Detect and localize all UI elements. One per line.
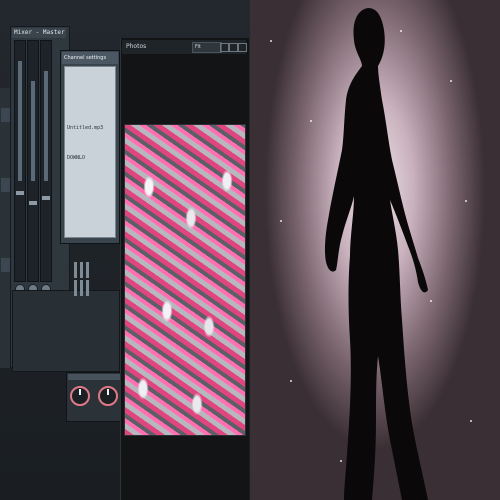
minimize-icon[interactable] [220, 43, 229, 52]
mixer-channel[interactable] [14, 40, 26, 282]
woman-silhouette-image [324, 8, 428, 500]
dial-pointer [107, 389, 109, 395]
level-meter [31, 81, 35, 181]
level-meter [44, 71, 48, 181]
browser-tab[interactable] [1, 178, 10, 192]
plugin-text-line: DOWNLO [67, 155, 86, 161]
mixer-channel[interactable] [40, 40, 52, 282]
close-icon[interactable] [238, 43, 247, 52]
step-button[interactable] [74, 262, 77, 278]
step-button[interactable] [86, 262, 89, 278]
mixer-header[interactable]: Mixer - Master [12, 28, 66, 38]
channel-settings-body: Untitled.mp3 DOWNLO [64, 66, 116, 238]
dial-pointer [79, 389, 81, 395]
fader-handle[interactable] [16, 191, 24, 195]
channel-settings-title[interactable]: Channel settings [62, 52, 118, 64]
fader-handle[interactable] [29, 201, 37, 205]
step-button[interactable] [74, 280, 77, 296]
zoom-field[interactable]: Fit [192, 42, 222, 53]
dial-dialog-titlebar[interactable] [68, 374, 124, 380]
image-viewer-title: Photos [126, 43, 147, 50]
mixer-channel[interactable] [27, 40, 39, 282]
step-button[interactable] [80, 262, 83, 278]
knob-icon[interactable] [98, 386, 118, 406]
level-meter [18, 61, 22, 181]
browser-tab[interactable] [1, 108, 10, 122]
browser-tab[interactable] [1, 258, 10, 272]
fader-handle[interactable] [42, 196, 50, 200]
plugin-text-line: Untitled.mp3 [67, 125, 104, 131]
playlist-panel [12, 290, 120, 372]
desktop-wallpaper [250, 0, 500, 500]
displayed-artwork-image [124, 124, 246, 436]
image-viewer-titlebar[interactable]: Photos Fit [122, 40, 247, 54]
step-button[interactable] [86, 280, 89, 296]
step-button[interactable] [80, 280, 83, 296]
knob-icon[interactable] [70, 386, 90, 406]
step-sequencer [50, 258, 94, 298]
maximize-icon[interactable] [229, 43, 238, 52]
